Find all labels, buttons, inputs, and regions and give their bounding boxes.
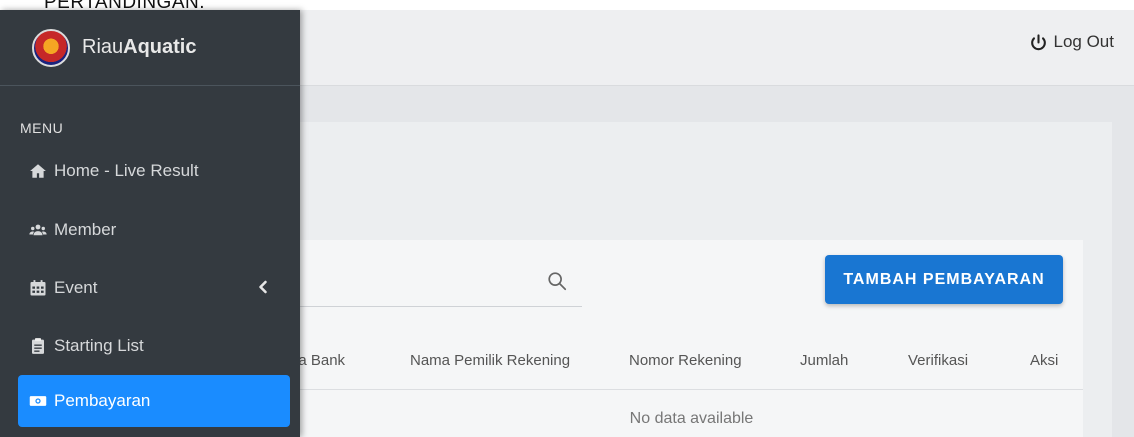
sidebar-item-pembayaran[interactable]: Pembayaran (18, 375, 290, 427)
sidebar: RiauAquatic MENU Home - Live Result Memb… (0, 10, 300, 437)
logout-button[interactable]: Log Out (1029, 32, 1115, 52)
sidebar-item-starting-list[interactable]: Starting List (18, 320, 290, 372)
column-header-actions[interactable]: Aksi (1030, 352, 1058, 369)
sidebar-item-label: Event (54, 278, 98, 297)
column-header-account-number[interactable]: Nomor Rekening (629, 352, 742, 369)
logout-label: Log Out (1053, 32, 1115, 51)
sidebar-item-label: Member (54, 220, 117, 239)
sidebar-item-member[interactable]: Member (18, 204, 290, 256)
search-icon[interactable] (546, 270, 568, 292)
brand-link[interactable]: RiauAquatic (0, 10, 300, 86)
column-header-amount[interactable]: Jumlah (800, 352, 848, 369)
sidebar-item-event[interactable]: Event (18, 262, 290, 314)
brand-name-prefix: Riau (82, 36, 124, 58)
chevron-left-icon[interactable] (258, 280, 268, 294)
table-header-row: na Bank Nama Pemilik Rekening Nomor Reke… (290, 330, 1083, 390)
riau-aquatic-logo (32, 28, 70, 67)
app-window: Log Out TAMBAH PEMBAYARAN na Bank Nama P… (0, 10, 1134, 437)
power-icon (1030, 33, 1046, 50)
clipboard-icon (28, 337, 48, 355)
column-header-verification[interactable]: Verifikasi (908, 352, 968, 369)
brand-name-bold: Aquatic (123, 36, 197, 58)
search-input[interactable] (300, 267, 540, 299)
users-icon (28, 221, 48, 239)
calendar-icon (28, 279, 48, 297)
sidebar-item-home-live-result[interactable]: Home - Live Result (18, 145, 290, 197)
home-icon (28, 162, 48, 180)
brand-name: RiauAquatic (82, 36, 196, 59)
add-payment-button[interactable]: TAMBAH PEMBAYARAN (825, 255, 1063, 304)
sidebar-item-label: Home - Live Result (54, 161, 199, 180)
sidebar-item-label: Pembayaran (54, 391, 151, 410)
menu-header: MENU (20, 120, 64, 136)
money-bill-icon (28, 392, 48, 410)
empty-table-message: No data available (629, 410, 754, 427)
column-header-account-owner[interactable]: Nama Pemilik Rekening (410, 352, 570, 369)
search-field[interactable] (300, 259, 582, 307)
sidebar-item-label: Starting List (54, 336, 144, 355)
